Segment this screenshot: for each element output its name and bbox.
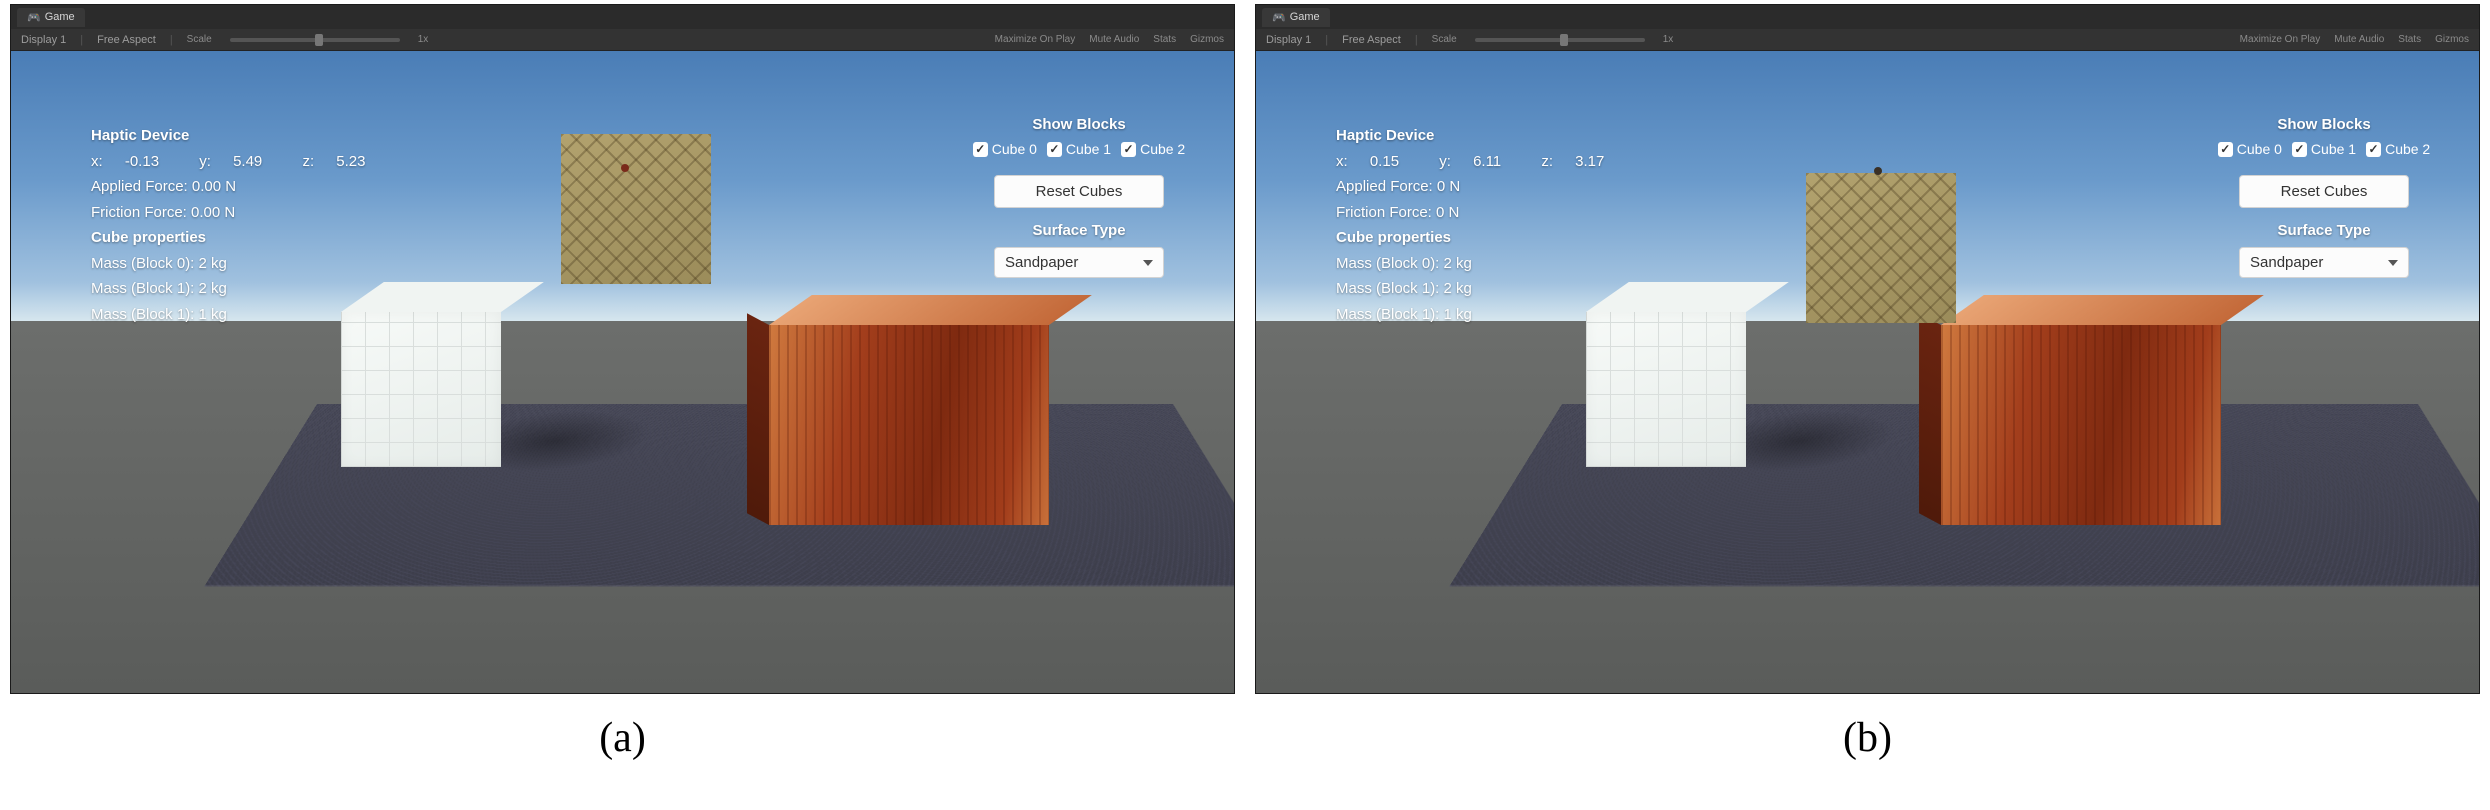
cube1-checkbox[interactable]: ✓Cube 1 [2292, 141, 2356, 157]
scale-value: 1x [1663, 34, 1674, 45]
scale-label: Scale [1432, 34, 1457, 45]
scale-slider[interactable] [230, 38, 400, 42]
aspect-dropdown[interactable]: Free Aspect [1342, 34, 1401, 46]
haptic-coords: x: -0.13 y: 5.49 z: 5.23 [91, 149, 401, 175]
check-icon: ✓ [973, 142, 988, 157]
reset-cubes-button[interactable]: Reset Cubes [2239, 175, 2409, 208]
surface-type-selected: Sandpaper [2250, 254, 2323, 271]
game-tab-label: Game [45, 11, 75, 23]
check-icon: ✓ [2292, 142, 2307, 157]
applied-force-value: Applied Force: 0.00 N [91, 174, 401, 200]
subfigure-caption: (b) [1843, 714, 1892, 762]
cube0-checkbox[interactable]: ✓Cube 0 [2218, 141, 2282, 157]
aspect-dropdown[interactable]: Free Aspect [97, 34, 156, 46]
game-tab-icon: 🎮 [1272, 11, 1286, 24]
stats-toggle[interactable]: Stats [1153, 34, 1176, 45]
maximize-on-play-toggle[interactable]: Maximize On Play [995, 34, 1076, 45]
hud-controls-panel: Show Blocks ✓Cube 0 ✓Cube 1 ✓Cube 2 Rese… [964, 116, 1194, 278]
display-dropdown[interactable]: Display 1 [21, 34, 66, 46]
toolbar-divider: | [1415, 34, 1418, 46]
mass-value: Mass (Block 0): 2 kg [91, 251, 401, 277]
applied-force-value: Applied Force: 0 N [1336, 174, 1640, 200]
mute-audio-toggle[interactable]: Mute Audio [1089, 34, 1139, 45]
mass-value: Mass (Block 1): 2 kg [1336, 276, 1640, 302]
game-toolbar: Display 1 | Free Aspect | Scale 1x Maxim… [1256, 29, 2479, 51]
check-icon: ✓ [2218, 142, 2233, 157]
haptic-device-heading: Haptic Device [91, 123, 401, 149]
surface-type-dropdown[interactable]: Sandpaper [2239, 247, 2409, 278]
scale-value: 1x [418, 34, 429, 45]
wooden-cube[interactable] [769, 295, 1109, 555]
scene-3d[interactable]: Haptic Device x: 0.15 y: 6.11 z: 3.17 Ap… [1256, 51, 2479, 693]
haptic-coords: x: 0.15 y: 6.11 z: 3.17 [1336, 149, 1640, 175]
friction-force-value: Friction Force: 0 N [1336, 200, 1640, 226]
game-tab[interactable]: 🎮 Game [17, 8, 85, 27]
cube2-checkbox[interactable]: ✓Cube 2 [2366, 141, 2430, 157]
cube-properties-heading: Cube properties [91, 225, 401, 251]
window-tabbar: 🎮 Game [1256, 5, 2479, 29]
surface-type-dropdown[interactable]: Sandpaper [994, 247, 1164, 278]
hud-controls-panel: Show Blocks ✓Cube 0 ✓Cube 1 ✓Cube 2 Rese… [2209, 116, 2439, 278]
haptic-device-heading: Haptic Device [1336, 123, 1640, 149]
game-viewport-b[interactable]: 🎮 Game Display 1 | Free Aspect | Scale 1… [1255, 4, 2480, 694]
check-icon: ✓ [2366, 142, 2381, 157]
sandpaper-cube[interactable] [1806, 173, 1976, 343]
check-icon: ✓ [1121, 142, 1136, 157]
scale-label: Scale [187, 34, 212, 45]
surface-type-selected: Sandpaper [1005, 254, 1078, 271]
chevron-down-icon [2388, 260, 2398, 266]
mass-value: Mass (Block 1): 1 kg [91, 302, 401, 328]
check-icon: ✓ [1047, 142, 1062, 157]
reset-cubes-button[interactable]: Reset Cubes [994, 175, 1164, 208]
cube0-checkbox[interactable]: ✓Cube 0 [973, 141, 1037, 157]
mass-value: Mass (Block 1): 2 kg [91, 276, 401, 302]
toolbar-divider: | [170, 34, 173, 46]
cube-properties-heading: Cube properties [1336, 225, 1640, 251]
cube1-checkbox[interactable]: ✓Cube 1 [1047, 141, 1111, 157]
chevron-down-icon [1143, 260, 1153, 266]
scale-slider[interactable] [1475, 38, 1645, 42]
show-blocks-label: Show Blocks [964, 116, 1194, 133]
hud-info-panel: Haptic Device x: 0.15 y: 6.11 z: 3.17 Ap… [1336, 123, 1640, 327]
game-tab-icon: 🎮 [27, 11, 41, 24]
display-dropdown[interactable]: Display 1 [1266, 34, 1311, 46]
maximize-on-play-toggle[interactable]: Maximize On Play [2240, 34, 2321, 45]
window-tabbar: 🎮 Game [11, 5, 1234, 29]
game-tab-label: Game [1290, 11, 1320, 23]
mass-value: Mass (Block 0): 2 kg [1336, 251, 1640, 277]
surface-type-label: Surface Type [964, 222, 1194, 239]
gizmos-toggle[interactable]: Gizmos [1190, 34, 1224, 45]
toolbar-divider: | [80, 34, 83, 46]
surface-type-label: Surface Type [2209, 222, 2439, 239]
gizmos-toggle[interactable]: Gizmos [2435, 34, 2469, 45]
friction-force-value: Friction Force: 0.00 N [91, 200, 401, 226]
hud-info-panel: Haptic Device x: -0.13 y: 5.49 z: 5.23 A… [91, 123, 401, 327]
cube2-checkbox[interactable]: ✓Cube 2 [1121, 141, 1185, 157]
game-viewport-a[interactable]: 🎮 Game Display 1 | Free Aspect | Scale 1… [10, 4, 1235, 694]
game-tab[interactable]: 🎮 Game [1262, 8, 1330, 27]
subfigure-caption: (a) [599, 714, 646, 762]
show-blocks-label: Show Blocks [2209, 116, 2439, 133]
wooden-cube[interactable] [1941, 295, 2281, 555]
toolbar-divider: | [1325, 34, 1328, 46]
game-toolbar: Display 1 | Free Aspect | Scale 1x Maxim… [11, 29, 1234, 51]
mute-audio-toggle[interactable]: Mute Audio [2334, 34, 2384, 45]
stats-toggle[interactable]: Stats [2398, 34, 2421, 45]
sandpaper-cube[interactable] [561, 134, 731, 304]
mass-value: Mass (Block 1): 1 kg [1336, 302, 1640, 328]
scene-3d[interactable]: Haptic Device x: -0.13 y: 5.49 z: 5.23 A… [11, 51, 1234, 693]
